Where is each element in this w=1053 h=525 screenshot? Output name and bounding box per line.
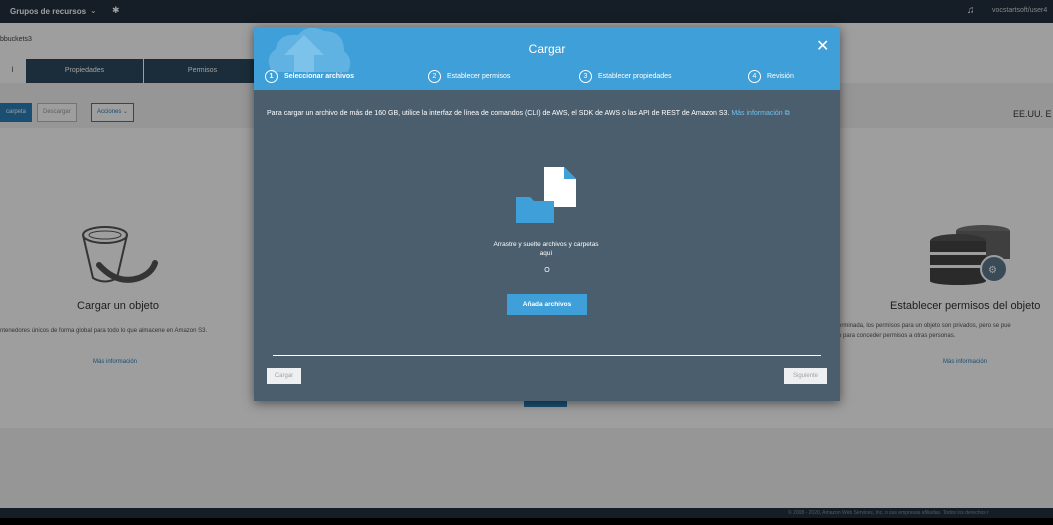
step-number: 1 [265,70,278,83]
step-number: 2 [428,70,441,83]
add-files-button[interactable]: Añada archivos [507,294,587,315]
step-number: 3 [579,70,592,83]
drop-zone-line-1: Arrastre y suelte archivos y carpetas [493,241,599,248]
next-button[interactable]: Siguiente [784,368,827,384]
drop-zone-line-2: aquí [539,250,553,257]
step-set-properties[interactable]: 3 Establecer propiedades [579,70,672,83]
external-link-icon: ⧉ [784,110,790,117]
large-file-notice-text: Para cargar un archivo de más de 160 GB,… [267,110,730,117]
step-number: 4 [748,70,761,83]
step-select-files[interactable]: 1 Seleccionar archivos [265,70,354,83]
step-label: Establecer permisos [447,73,511,80]
upload-dialog-header: Cargar ✕ 1 Seleccionar archivos 2 Establ… [254,27,840,90]
more-info-link-label: Más información [731,110,783,117]
large-file-notice: Para cargar un archivo de más de 160 GB,… [267,109,807,118]
step-label: Revisión [767,73,794,80]
files-and-folder-icon [516,167,576,223]
close-icon[interactable]: ✕ [816,39,829,55]
upload-dialog: Cargar ✕ 1 Seleccionar archivos 2 Establ… [254,27,840,401]
dialog-divider [273,355,821,356]
step-label: Establecer propiedades [598,73,672,80]
step-review[interactable]: 4 Revisión [748,70,794,83]
upload-dialog-title: Cargar [528,42,566,56]
upload-button[interactable]: Cargar [267,368,301,384]
drop-zone-text[interactable]: Arrastre y suelte archivos y carpetas aq… [444,240,648,258]
step-label: Seleccionar archivos [284,73,355,80]
or-separator: O [544,267,550,274]
step-set-permissions[interactable]: 2 Establecer permisos [428,70,510,83]
more-info-link[interactable]: Más información ⧉ [731,110,789,117]
